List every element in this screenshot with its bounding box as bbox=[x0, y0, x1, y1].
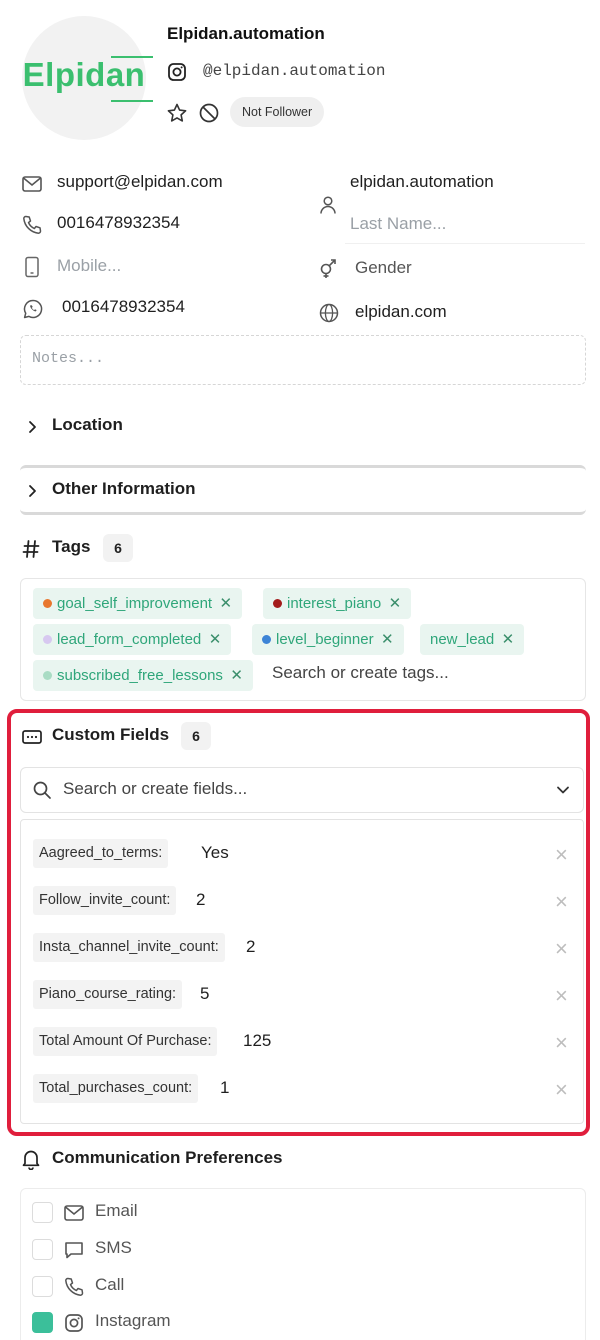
tag-label: lead_form_completed bbox=[57, 631, 202, 648]
tag-search-input[interactable]: Search or create tags... bbox=[272, 663, 449, 683]
mobile-icon bbox=[23, 256, 41, 278]
custom-fields-icon bbox=[21, 728, 43, 746]
tag-color-dot bbox=[43, 671, 52, 680]
tag-label: goal_self_improvement bbox=[57, 595, 213, 612]
tag-chip[interactable]: goal_self_improvement ✕ bbox=[33, 588, 243, 619]
tag-chip[interactable]: level_beginner ✕ bbox=[252, 624, 404, 655]
follow-status-badge: Not Follower bbox=[230, 97, 325, 127]
tag-color-dot bbox=[43, 599, 52, 608]
instagram-pref-label: Instagram bbox=[95, 1311, 171, 1330]
phone-icon bbox=[21, 214, 43, 236]
person-icon bbox=[317, 194, 339, 216]
whatsapp-field[interactable]: 0016478932354 bbox=[62, 297, 185, 317]
tag-color-dot bbox=[273, 599, 282, 608]
tag-chip[interactable]: lead_form_completed ✕ bbox=[33, 624, 232, 655]
instagram-handle: @elpidan.automation bbox=[203, 62, 386, 80]
custom-field-value[interactable]: 1 bbox=[220, 1078, 229, 1098]
chat-bubble-icon bbox=[63, 1240, 85, 1260]
call-pref-checkbox[interactable] bbox=[32, 1276, 53, 1297]
tag-label: interest_piano bbox=[287, 595, 382, 612]
custom-field-value[interactable]: 2 bbox=[196, 890, 205, 910]
tag-label: new_lead bbox=[430, 631, 495, 648]
remove-tag-icon[interactable]: ✕ bbox=[502, 624, 515, 655]
instagram-icon bbox=[167, 62, 187, 82]
other-information-toggle[interactable]: Other Information bbox=[52, 479, 196, 499]
remove-field-icon[interactable]: × bbox=[555, 1032, 568, 1054]
tag-chip[interactable]: interest_piano ✕ bbox=[263, 588, 412, 619]
custom-field-key: Total_purchases_count: bbox=[33, 1074, 199, 1103]
tag-chip[interactable]: subscribed_free_lessons ✕ bbox=[33, 660, 253, 691]
custom-field-key: Total Amount Of Purchase: bbox=[33, 1027, 218, 1056]
contact-name: Elpidan.automation bbox=[167, 24, 325, 43]
custom-fields-title: Custom Fields bbox=[52, 725, 170, 744]
remove-field-icon[interactable]: × bbox=[555, 844, 568, 866]
email-field[interactable]: support@elpidan.com bbox=[57, 172, 223, 192]
remove-tag-icon[interactable]: ✕ bbox=[389, 588, 402, 619]
avatar: Elpidan bbox=[22, 16, 153, 140]
gender-icon bbox=[317, 257, 341, 279]
tag-color-dot bbox=[262, 635, 271, 644]
remove-tag-icon[interactable]: ✕ bbox=[381, 624, 394, 655]
chevron-right-icon[interactable] bbox=[26, 419, 40, 435]
tag-chip[interactable]: new_lead ✕ bbox=[420, 624, 525, 655]
instagram-pref-checkbox[interactable] bbox=[32, 1312, 53, 1333]
last-name-field[interactable]: Last Name... bbox=[350, 214, 446, 234]
sms-pref-checkbox[interactable] bbox=[32, 1239, 53, 1260]
mobile-field[interactable]: Mobile... bbox=[57, 256, 121, 276]
custom-field-key: Insta_channel_invite_count: bbox=[33, 933, 225, 962]
email-icon bbox=[21, 174, 43, 194]
tags-count-badge: 6 bbox=[103, 534, 133, 562]
custom-field-key: Piano_course_rating: bbox=[33, 980, 183, 1009]
custom-field-value[interactable]: 2 bbox=[246, 937, 255, 957]
custom-field-value[interactable]: 5 bbox=[200, 984, 209, 1004]
bell-icon bbox=[21, 1148, 41, 1170]
whatsapp-icon bbox=[22, 298, 44, 320]
custom-field-value[interactable]: Yes bbox=[201, 843, 229, 863]
star-icon[interactable] bbox=[166, 102, 188, 124]
website-field[interactable]: elpidan.com bbox=[355, 302, 447, 322]
tag-color-dot bbox=[43, 635, 52, 644]
phone-icon bbox=[63, 1276, 85, 1298]
notes-input[interactable]: Notes... bbox=[20, 335, 586, 385]
call-pref-label: Call bbox=[95, 1275, 125, 1294]
remove-field-icon[interactable]: × bbox=[555, 891, 568, 913]
custom-field-value[interactable]: 125 bbox=[243, 1031, 271, 1051]
last-name-underline bbox=[345, 243, 585, 244]
remove-tag-icon[interactable]: ✕ bbox=[209, 624, 222, 655]
chevron-down-icon[interactable] bbox=[555, 783, 571, 797]
phone-field[interactable]: 0016478932354 bbox=[57, 213, 180, 233]
custom-fields-search-input[interactable]: Search or create fields... bbox=[63, 779, 247, 799]
remove-field-icon[interactable]: × bbox=[555, 1079, 568, 1101]
block-icon[interactable] bbox=[198, 102, 220, 124]
remove-tag-icon[interactable]: ✕ bbox=[220, 588, 233, 619]
tags-title: Tags bbox=[52, 537, 91, 556]
search-icon bbox=[32, 780, 52, 800]
logo-bracket-decoration bbox=[111, 56, 153, 102]
chevron-right-icon[interactable] bbox=[26, 483, 40, 499]
custom-fields-count-badge: 6 bbox=[181, 722, 211, 750]
custom-field-key: Follow_invite_count: bbox=[33, 886, 177, 915]
gender-field[interactable]: Gender bbox=[355, 258, 412, 278]
custom-field-key: Aagreed_to_terms: bbox=[33, 839, 169, 868]
location-section-toggle[interactable]: Location bbox=[52, 415, 123, 435]
email-pref-label: Email bbox=[95, 1201, 138, 1220]
remove-field-icon[interactable]: × bbox=[555, 985, 568, 1007]
globe-icon bbox=[318, 302, 340, 324]
remove-field-icon[interactable]: × bbox=[555, 938, 568, 960]
tag-label: level_beginner bbox=[276, 631, 374, 648]
first-name-field[interactable]: elpidan.automation bbox=[350, 172, 494, 192]
instagram-icon bbox=[64, 1313, 84, 1333]
communication-preferences-title: Communication Preferences bbox=[52, 1148, 283, 1167]
tag-label: subscribed_free_lessons bbox=[57, 667, 223, 684]
email-pref-checkbox[interactable] bbox=[32, 1202, 53, 1223]
hash-icon bbox=[22, 539, 40, 559]
email-icon bbox=[63, 1203, 85, 1223]
sms-pref-label: SMS bbox=[95, 1238, 132, 1257]
remove-tag-icon[interactable]: ✕ bbox=[230, 660, 243, 691]
